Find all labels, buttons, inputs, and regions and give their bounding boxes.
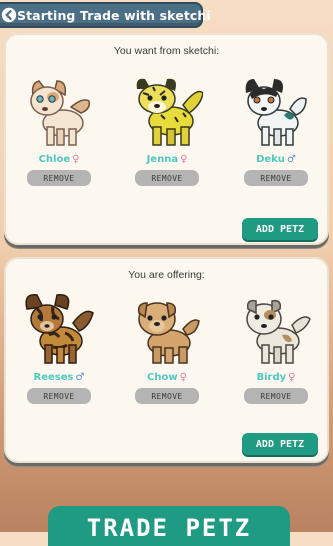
female-gender-icon: ♀ <box>288 372 296 383</box>
pet-name-row: Reeses ♂ <box>9 372 109 383</box>
remove-button[interactable]: REMOVE <box>135 170 199 186</box>
pet-name: Reeses <box>33 372 74 383</box>
pet-name-row: Birdy ♀ <box>226 372 326 383</box>
trade-petz-button[interactable]: TRADE PETZ <box>48 506 290 546</box>
add-petz-button[interactable]: ADD PETZ <box>242 433 318 455</box>
offer-panel: You are offering: Reeses ♂ REMOVE Chow ♀… <box>4 257 329 463</box>
pet-name: Jenna <box>146 154 179 165</box>
trade-button-label: TRADE PETZ <box>86 514 252 542</box>
add-petz-button[interactable]: ADD PETZ <box>242 218 318 240</box>
male-gender-icon: ♂ <box>286 154 296 165</box>
want-panel: You want from sketchi: Chloe ♀ REMOVE Je… <box>4 33 329 245</box>
pet-name: Chow <box>147 372 178 383</box>
male-gender-icon: ♂ <box>75 372 85 383</box>
pet-image-deku <box>245 79 307 146</box>
pet-image-chloe <box>30 80 91 146</box>
female-gender-icon: ♀ <box>180 154 188 165</box>
pet-image-reeses <box>25 294 94 364</box>
offer-panel-title: You are offering: <box>128 269 205 281</box>
pet-image-chow <box>137 302 200 364</box>
pet-name-row: Deku ♂ <box>226 154 326 165</box>
pet-name: Deku <box>256 154 285 165</box>
back-arrow-icon[interactable] <box>1 4 17 26</box>
pet-name-row: Chow ♀ <box>117 372 217 383</box>
pet-name: Birdy <box>256 372 287 383</box>
pet-image-jenna <box>136 78 203 146</box>
remove-button[interactable]: REMOVE <box>244 170 308 186</box>
page-title: Starting Trade with sketchi <box>17 7 211 23</box>
pet-name: Chloe <box>38 154 71 165</box>
remove-button[interactable]: REMOVE <box>135 388 199 404</box>
title-bar: Starting Trade with sketchi <box>0 2 211 28</box>
pet-name-row: Jenna ♀ <box>117 154 217 165</box>
want-panel-title: You want from sketchi: <box>113 45 220 57</box>
pet-image-birdy <box>246 299 311 364</box>
pet-name-row: Chloe ♀ <box>9 154 109 165</box>
remove-button[interactable]: REMOVE <box>27 388 91 404</box>
female-gender-icon: ♀ <box>72 154 80 165</box>
remove-button[interactable]: REMOVE <box>244 388 308 404</box>
female-gender-icon: ♀ <box>179 372 187 383</box>
remove-button[interactable]: REMOVE <box>27 170 91 186</box>
